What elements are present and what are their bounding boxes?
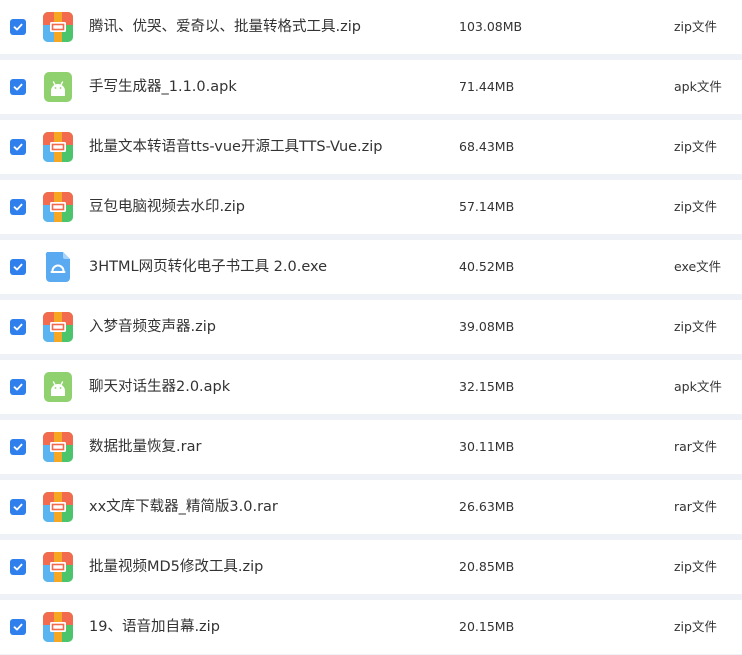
file-row[interactable]: 入梦音频变声器.zip 39.08MB zip文件 xyxy=(0,300,742,354)
archive-icon xyxy=(43,12,73,42)
file-row[interactable]: 聊天对话生器2.0.apk 32.15MB apk文件 xyxy=(0,360,742,414)
file-type: zip文件 xyxy=(674,319,717,334)
file-type: rar文件 xyxy=(674,499,717,514)
file-row[interactable]: 手写生成器_1.1.0.apk 71.44MB apk文件 xyxy=(0,60,742,114)
checkmark-icon xyxy=(13,203,23,211)
file-name[interactable]: 手写生成器_1.1.0.apk xyxy=(89,60,237,114)
file-size: 39.08MB xyxy=(459,319,515,334)
file-type: zip文件 xyxy=(674,619,717,634)
row-checkbox[interactable] xyxy=(10,439,26,455)
file-size: 20.15MB xyxy=(459,619,515,634)
row-checkbox[interactable] xyxy=(10,19,26,35)
archive-icon xyxy=(43,132,73,162)
file-size: 71.44MB xyxy=(459,79,515,94)
file-type: zip文件 xyxy=(674,19,717,34)
file-size: 30.11MB xyxy=(459,439,515,454)
archive-icon xyxy=(43,312,73,342)
file-type: zip文件 xyxy=(674,559,717,574)
file-size: 68.43MB xyxy=(459,139,515,154)
checkmark-icon xyxy=(13,383,23,391)
row-checkbox[interactable] xyxy=(10,619,26,635)
checkmark-icon xyxy=(13,323,23,331)
file-name[interactable]: 19、语音加自幕.zip xyxy=(89,600,220,654)
file-name[interactable]: 豆包电脑视频去水印.zip xyxy=(89,180,245,234)
row-checkbox[interactable] xyxy=(10,259,26,275)
archive-icon xyxy=(43,612,73,642)
row-checkbox[interactable] xyxy=(10,199,26,215)
checkmark-icon xyxy=(13,83,23,91)
android-icon xyxy=(43,72,73,102)
file-size: 57.14MB xyxy=(459,199,515,214)
checkmark-icon xyxy=(13,443,23,451)
file-size: 20.85MB xyxy=(459,559,515,574)
checkmark-icon xyxy=(13,23,23,31)
row-checkbox[interactable] xyxy=(10,79,26,95)
checkmark-icon xyxy=(13,623,23,631)
checkmark-icon xyxy=(13,263,23,271)
row-checkbox[interactable] xyxy=(10,139,26,155)
file-row[interactable]: 19、语音加自幕.zip 20.15MB zip文件 xyxy=(0,600,742,654)
archive-icon xyxy=(43,552,73,582)
file-name[interactable]: 聊天对话生器2.0.apk xyxy=(89,360,230,414)
archive-icon xyxy=(43,432,73,462)
file-name[interactable]: 入梦音频变声器.zip xyxy=(89,300,216,354)
file-name[interactable]: 批量视频MD5修改工具.zip xyxy=(89,540,263,594)
file-row[interactable]: xx文库下载器_精简版3.0.rar 26.63MB rar文件 xyxy=(0,480,742,534)
archive-icon xyxy=(43,492,73,522)
file-row[interactable]: 批量视频MD5修改工具.zip 20.85MB zip文件 xyxy=(0,540,742,594)
file-size: 26.63MB xyxy=(459,499,515,514)
file-name[interactable]: 腾讯、优哭、爱奇以、批量转格式工具.zip xyxy=(89,0,361,54)
checkmark-icon xyxy=(13,503,23,511)
file-size: 40.52MB xyxy=(459,259,515,274)
file-type: apk文件 xyxy=(674,379,722,394)
file-type: zip文件 xyxy=(674,199,717,214)
row-checkbox[interactable] xyxy=(10,499,26,515)
file-type: apk文件 xyxy=(674,79,722,94)
row-checkbox[interactable] xyxy=(10,379,26,395)
file-row[interactable]: 豆包电脑视频去水印.zip 57.14MB zip文件 xyxy=(0,180,742,234)
file-row[interactable]: 腾讯、优哭、爱奇以、批量转格式工具.zip 103.08MB zip文件 xyxy=(0,0,742,54)
file-type: rar文件 xyxy=(674,439,717,454)
archive-icon xyxy=(43,192,73,222)
row-checkbox[interactable] xyxy=(10,319,26,335)
file-name[interactable]: 数据批量恢复.rar xyxy=(89,420,201,474)
file-name[interactable]: 批量文本转语音tts-vue开源工具TTS-Vue.zip xyxy=(89,120,383,174)
file-size: 32.15MB xyxy=(459,379,515,394)
file-row[interactable]: 数据批量恢复.rar 30.11MB rar文件 xyxy=(0,420,742,474)
file-row[interactable]: 3HTML网页转化电子书工具 2.0.exe 40.52MB exe文件 xyxy=(0,240,742,294)
checkmark-icon xyxy=(13,143,23,151)
file-type: exe文件 xyxy=(674,259,722,274)
file-name[interactable]: xx文库下载器_精简版3.0.rar xyxy=(89,480,278,534)
row-checkbox[interactable] xyxy=(10,559,26,575)
file-row[interactable]: 批量文本转语音tts-vue开源工具TTS-Vue.zip 68.43MB zip文… xyxy=(0,120,742,174)
checkmark-icon xyxy=(13,563,23,571)
file-list: 腾讯、优哭、爱奇以、批量转格式工具.zip 103.08MB zip文件 手写生成器_… xyxy=(0,0,742,655)
file-name[interactable]: 3HTML网页转化电子书工具 2.0.exe xyxy=(89,240,327,294)
file-size: 103.08MB xyxy=(459,19,523,34)
android-icon xyxy=(43,372,73,402)
exe-icon xyxy=(43,252,73,282)
file-type: zip文件 xyxy=(674,139,717,154)
